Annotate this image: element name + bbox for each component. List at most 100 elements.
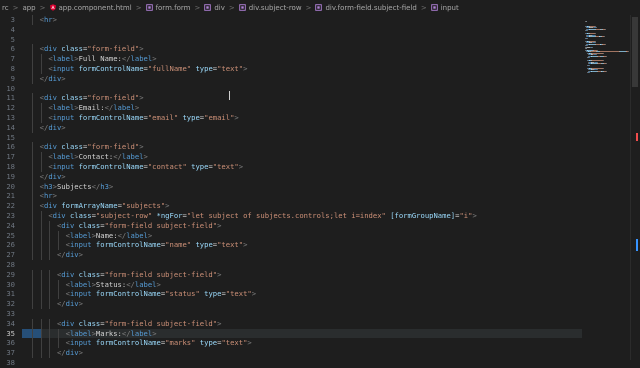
code-token: >: [61, 172, 65, 181]
line-number: 27: [0, 250, 15, 260]
line-number: 12: [0, 103, 15, 113]
breadcrumb-label: div: [214, 4, 225, 12]
breadcrumb-item-input[interactable]: input: [431, 4, 459, 12]
code-line[interactable]: <label>Full Name:</label>: [48, 54, 156, 64]
code-line[interactable]: <label>Contact:</label>: [48, 152, 148, 162]
code-line[interactable]: <label>Name:</label>: [66, 231, 153, 241]
code-token: "let subject of subjects.controls;let i=…: [187, 211, 386, 220]
breadcrumb-label: app: [22, 4, 35, 12]
code-line[interactable]: <h3>Subjects</h3>: [40, 182, 114, 192]
code-token: >: [247, 338, 251, 347]
code-token: </: [40, 123, 49, 132]
scrollbar-thumb[interactable]: [632, 17, 638, 87]
code-line[interactable]: <div class="form-field subject-field">: [57, 221, 221, 231]
code-line[interactable]: <div class="form-field subject-field">: [57, 319, 221, 329]
code-token: >: [53, 191, 57, 200]
indent-guide: [49, 221, 50, 231]
line-number: 11: [0, 93, 15, 103]
code-line[interactable]: </div>: [57, 250, 83, 260]
minimap[interactable]: [582, 15, 630, 360]
code-token: >: [217, 270, 221, 279]
code-line[interactable]: <hr>: [40, 15, 57, 25]
code-token: </: [57, 348, 66, 357]
indent-guide: [58, 280, 59, 290]
code-token: "form-field": [87, 93, 139, 102]
indent-guide: [32, 103, 33, 113]
code-line[interactable]: </div>: [57, 348, 83, 358]
code-token: "subjects": [122, 201, 165, 210]
indent-guide: [32, 299, 33, 309]
code-line[interactable]: <div class="subject-row" *ngFor="let sub…: [48, 211, 476, 221]
element-icon: [146, 4, 153, 11]
code-line[interactable]: <label>Status:</label>: [66, 280, 161, 290]
indent-guide: [32, 142, 33, 152]
code-token: >: [61, 123, 65, 132]
code-line[interactable]: <label>Email:</label>: [48, 103, 139, 113]
code-token: input: [70, 338, 92, 347]
indent-guide: [32, 240, 33, 250]
indent-guide: [41, 348, 42, 358]
code-token: "marks": [165, 338, 195, 347]
breadcrumb-label: form.form: [156, 4, 191, 12]
indent-guide: [32, 270, 33, 280]
minimap-line: [604, 36, 605, 37]
indent-guide: [41, 280, 42, 290]
code-token: class: [61, 142, 83, 151]
breadcrumb-separator: >: [421, 4, 427, 12]
code-token: >: [144, 152, 148, 161]
indent-guide: [58, 289, 59, 299]
breadcrumb-item-rc[interactable]: rc: [2, 4, 9, 12]
code-line[interactable]: <input formControlName="marks" type="tex…: [66, 338, 252, 348]
code-token: >: [139, 93, 143, 102]
indent-guide: [32, 64, 33, 74]
code-token: formControlName: [79, 113, 144, 122]
indent-guide: [41, 64, 42, 74]
code-line[interactable]: <input formControlName="fullName" type="…: [48, 64, 247, 74]
code-line[interactable]: <label>Marks:</label>: [66, 329, 157, 339]
code-token: >: [61, 74, 65, 83]
line-number: 26: [0, 240, 15, 250]
code-line[interactable]: <input formControlName="email" type="ema…: [48, 113, 238, 123]
line-number: 18: [0, 162, 15, 172]
code-editor[interactable]: 3456789101112131415161718192021222324252…: [0, 15, 640, 360]
code-line[interactable]: <div class="form-field">: [40, 44, 144, 54]
breadcrumb-item-div[interactable]: div: [204, 4, 225, 12]
code-token: formControlName: [79, 64, 144, 73]
breadcrumb-item-app[interactable]: app: [22, 4, 35, 12]
indent-guide: [32, 201, 33, 211]
breadcrumb-item-div-form-field-subject-field[interactable]: div.form-field.subject-field: [315, 4, 416, 12]
indent-guide: [41, 329, 42, 339]
line-number: 36: [0, 338, 15, 348]
code-line[interactable]: <div class="form-field">: [40, 93, 144, 103]
code-token: input: [70, 289, 92, 298]
code-token: class: [70, 211, 92, 220]
code-line[interactable]: </div>: [40, 123, 66, 133]
code-line[interactable]: <input formControlName="contact" type="t…: [48, 162, 243, 172]
code-line[interactable]: </div>: [40, 172, 66, 182]
indent-guide: [49, 270, 50, 280]
breadcrumb-item-div-subject-row[interactable]: div.subject-row: [239, 4, 302, 12]
indent-guide: [41, 319, 42, 329]
indent-guide: [49, 348, 50, 358]
breadcrumb-item-app-component-html[interactable]: app.component.html: [50, 4, 132, 12]
code-line[interactable]: <div class="form-field">: [40, 142, 144, 152]
code-line[interactable]: <input formControlName="status" type="te…: [66, 289, 256, 299]
code-line[interactable]: <input formControlName="name" type="text…: [66, 240, 248, 250]
breadcrumb-item-form-form[interactable]: form.form: [146, 4, 191, 12]
code-line[interactable]: </div>: [40, 74, 66, 84]
breadcrumb-label: app.component.html: [59, 4, 132, 12]
indent-guide: [49, 338, 50, 348]
line-number: 13: [0, 113, 15, 123]
line-number: 20: [0, 182, 15, 192]
code-line[interactable]: <div class="form-field subject-field">: [57, 270, 221, 280]
code-token: div: [48, 74, 61, 83]
line-number: 31: [0, 289, 15, 299]
line-number: 21: [0, 191, 15, 201]
code-token: div: [66, 299, 79, 308]
code-line[interactable]: <hr>: [40, 191, 57, 201]
code-token: div: [66, 250, 79, 259]
code-line[interactable]: </div>: [57, 299, 83, 309]
indent-guide: [32, 113, 33, 123]
code-token: "form-field subject-field": [105, 319, 218, 328]
code-line[interactable]: <div formArrayName="subjects">: [40, 201, 170, 211]
